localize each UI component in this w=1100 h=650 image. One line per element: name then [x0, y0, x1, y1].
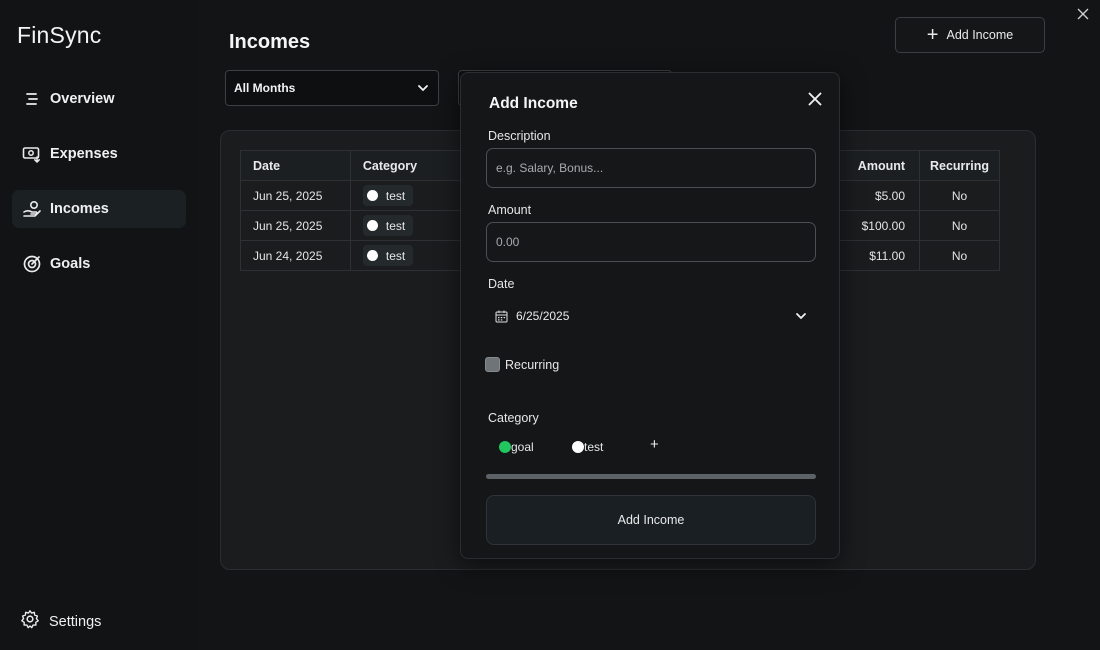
- close-icon: [808, 92, 822, 106]
- recurring-cell: No: [919, 240, 1000, 271]
- category-chip: test: [362, 245, 414, 266]
- month-filter-value: All Months: [234, 81, 296, 95]
- modal-close-button[interactable]: [805, 89, 825, 109]
- recurring-toggle[interactable]: Recurring: [485, 357, 559, 372]
- category-option-goal[interactable]: goal: [499, 440, 534, 454]
- category-chip: test: [362, 215, 414, 236]
- calendar-icon: [495, 310, 508, 322]
- date-label: Date: [488, 277, 515, 291]
- column-header-date[interactable]: Date: [240, 150, 351, 181]
- amount-cell: $11.00: [829, 240, 921, 271]
- column-header-amount[interactable]: Amount: [829, 150, 921, 181]
- add-category-button[interactable]: +: [650, 436, 659, 453]
- category-label: Category: [488, 411, 539, 425]
- sidebar-item-label: Overview: [50, 91, 115, 107]
- recurring-label: Recurring: [505, 357, 560, 372]
- date-cell: Jun 25, 2025: [240, 210, 351, 241]
- date-cell: Jun 25, 2025: [240, 180, 351, 211]
- recurring-cell: No: [919, 180, 1000, 211]
- category-option-label: goal: [511, 440, 534, 454]
- settings-label: Settings: [49, 613, 102, 630]
- category-chip-label: test: [385, 248, 406, 263]
- sidebar-item-label: Incomes: [50, 201, 109, 217]
- page-title: Incomes: [229, 31, 311, 53]
- sidebar-item-label: Goals: [50, 256, 91, 272]
- description-label: Description: [488, 129, 551, 143]
- category-option-test[interactable]: test: [572, 440, 603, 454]
- category-color-dot: [499, 441, 511, 453]
- sidebar-item-label: Expenses: [50, 146, 118, 162]
- category-color-dot: [572, 441, 584, 453]
- overview-icon: [22, 89, 42, 109]
- close-icon: [1077, 8, 1089, 20]
- description-input[interactable]: [486, 148, 816, 188]
- chevron-down-icon: [418, 85, 428, 92]
- expenses-icon: [22, 144, 42, 164]
- amount-cell: $100.00: [829, 210, 921, 241]
- category-scrollbar[interactable]: [486, 474, 816, 479]
- sidebar-item-overview[interactable]: Overview: [12, 80, 186, 118]
- sidebar-item-incomes[interactable]: Incomes: [12, 190, 186, 228]
- add-income-button-label: Add Income: [946, 28, 1014, 42]
- date-picker[interactable]: 6/25/2025: [486, 302, 816, 330]
- app-logo: FinSync: [17, 22, 102, 48]
- modal-title: Add Income: [489, 95, 578, 112]
- date-value: 6/25/2025: [516, 309, 570, 323]
- submit-button-label: Add Income: [617, 513, 685, 527]
- plus-icon: +: [926, 24, 939, 46]
- sidebar-item-expenses[interactable]: Expenses: [12, 135, 186, 173]
- chevron-down-icon: [796, 313, 806, 320]
- incomes-icon: [22, 199, 42, 219]
- month-filter-select[interactable]: All Months: [225, 70, 439, 106]
- goals-icon: [22, 254, 42, 274]
- category-color-dot: [366, 250, 378, 261]
- date-cell: Jun 24, 2025: [240, 240, 351, 271]
- add-income-modal: Add Income Description Amount Date 6/25/…: [460, 72, 840, 559]
- category-color-dot: [366, 190, 378, 201]
- amount-cell: $5.00: [829, 180, 921, 211]
- category-chip-label: test: [385, 188, 406, 203]
- category-option-label: test: [584, 440, 604, 454]
- settings-button[interactable]: Settings: [20, 609, 101, 634]
- gear-icon: [20, 609, 40, 634]
- amount-label: Amount: [488, 203, 532, 217]
- add-income-button[interactable]: + Add Income: [895, 17, 1045, 53]
- submit-add-income-button[interactable]: Add Income: [486, 495, 816, 545]
- column-header-recurring[interactable]: Recurring: [919, 150, 1000, 181]
- category-chip-label: test: [385, 218, 406, 233]
- category-chip: test: [362, 185, 414, 206]
- amount-input[interactable]: [486, 222, 816, 262]
- sidebar: FinSync Overview Expenses Incomes Goals …: [0, 0, 198, 650]
- recurring-cell: No: [919, 210, 1000, 241]
- recurring-checkbox[interactable]: [485, 357, 500, 372]
- window-close-button[interactable]: [1074, 5, 1092, 23]
- sidebar-item-goals[interactable]: Goals: [12, 245, 186, 283]
- category-color-dot: [366, 220, 378, 231]
